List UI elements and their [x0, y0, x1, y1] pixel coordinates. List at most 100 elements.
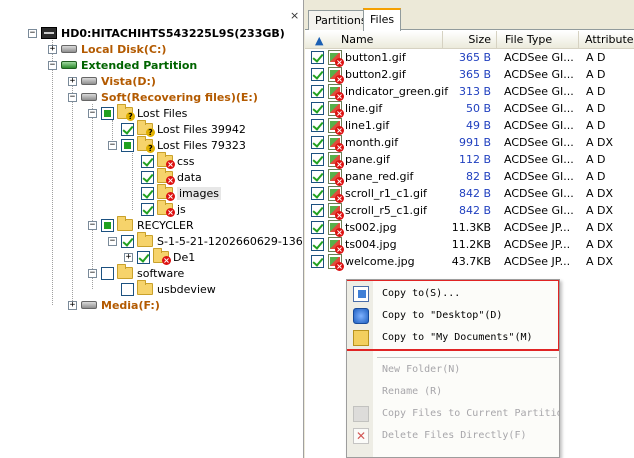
file-row[interactable]: × button1.gif 365 B ACDSee GI... A D: [305, 49, 634, 67]
tree-node-lost-files[interactable]: − ? Lost Files: [88, 104, 187, 121]
tree-node-de1[interactable]: + × De1: [124, 248, 195, 265]
collapse-icon[interactable]: −: [48, 60, 57, 70]
file-name: line1.gif: [345, 119, 390, 132]
file-checkbox[interactable]: [311, 255, 324, 268]
tree-node-lost-files-39942[interactable]: ? Lost Files 39942: [121, 120, 246, 137]
collapse-icon[interactable]: −: [108, 140, 117, 150]
file-row[interactable]: × scroll_r1_c1.gif 842 B ACDSee GI... A DX: [305, 185, 634, 203]
tree-checkbox[interactable]: [141, 154, 154, 168]
file-checkbox[interactable]: [311, 204, 324, 217]
file-checkbox[interactable]: [311, 153, 324, 166]
tree-node-usbdeview[interactable]: usbdeview: [121, 280, 216, 297]
tree-checkbox[interactable]: [121, 138, 134, 152]
file-row[interactable]: × line.gif 50 B ACDSee GI... A D: [305, 100, 634, 118]
tree-node-images[interactable]: × images: [141, 184, 221, 201]
file-name: button2.gif: [345, 68, 406, 81]
column-name[interactable]: Name: [331, 31, 443, 49]
close-icon[interactable]: ×: [290, 10, 299, 21]
file-checkbox[interactable]: [311, 187, 324, 200]
file-size: 991 B: [458, 136, 491, 149]
tree-node-local-disk-c[interactable]: + Local Disk(C:): [48, 41, 166, 57]
tree-checkbox[interactable]: [101, 266, 114, 280]
file-checkbox[interactable]: [311, 238, 324, 251]
folder-tree-pane[interactable]: × − HD0:HITACHIHTS543225L9S(233GB) + Loc…: [0, 0, 304, 458]
tree-checkbox[interactable]: [101, 218, 114, 232]
deleted-image-file-icon: ×: [328, 135, 344, 152]
file-checkbox[interactable]: [311, 51, 324, 64]
tree-checkbox[interactable]: [101, 106, 114, 120]
tree-node-media-f[interactable]: + Media(F:): [68, 297, 160, 313]
file-name: month.gif: [345, 136, 399, 149]
tree-node-lost-files-79323[interactable]: − ? Lost Files 79323: [108, 136, 246, 153]
file-checkbox[interactable]: [311, 85, 324, 98]
deleted-image-file-icon: ×: [328, 203, 344, 220]
menu-delete-directly[interactable]: ✕ Delete Files Directly(F): [347, 425, 559, 447]
tree-node-js[interactable]: × js: [141, 200, 186, 217]
tree-checkbox[interactable]: [141, 202, 154, 216]
collapse-icon[interactable]: −: [108, 236, 117, 246]
menu-rename[interactable]: Rename (R): [347, 381, 559, 403]
tree-node-software[interactable]: − software: [88, 264, 184, 281]
file-row[interactable]: × scroll_r5_c1.gif 842 B ACDSee GI... A DX: [305, 202, 634, 220]
menu-copy-to-desktop[interactable]: Copy to "Desktop"(D): [347, 305, 559, 327]
file-checkbox[interactable]: [311, 68, 324, 81]
tree-node-extended-partition[interactable]: − Extended Partition: [48, 57, 197, 73]
menu-copy-to-partition[interactable]: Copy Files to Current Partition(W): [347, 403, 559, 425]
menu-label: Copy to "My Documents"(M): [382, 332, 533, 343]
deleted-image-file-icon: ×: [328, 67, 344, 84]
file-row[interactable]: × button2.gif 365 B ACDSee GI... A D: [305, 66, 634, 84]
collapse-icon[interactable]: −: [88, 220, 97, 230]
tree-node-recycler[interactable]: − RECYCLER: [88, 216, 194, 233]
tree-checkbox[interactable]: [121, 234, 134, 248]
file-checkbox[interactable]: [311, 102, 324, 115]
tree-node-soft-e[interactable]: − Soft(Recovering files)(E:): [68, 89, 258, 105]
menu-label: New Folder(N): [382, 364, 461, 375]
expand-icon[interactable]: +: [48, 44, 57, 54]
tree-node-sid-folder[interactable]: − S-1-5-21-1202660629-136458: [108, 232, 303, 249]
tree-node-hd0[interactable]: − HD0:HITACHIHTS543225L9S(233GB): [28, 25, 285, 41]
tree-node-css[interactable]: × css: [141, 152, 195, 169]
menu-copy-to-my-documents[interactable]: Copy to "My Documents"(M): [347, 327, 559, 349]
tree-node-label: HD0:HITACHIHTS543225L9S(233GB): [61, 26, 285, 40]
documents-folder-icon: [353, 330, 369, 346]
file-attribute: A DX: [586, 238, 614, 251]
expand-icon[interactable]: +: [68, 300, 77, 310]
file-checkbox[interactable]: [311, 119, 324, 132]
tree-node-vista-d[interactable]: + Vista(D:): [68, 73, 156, 89]
collapse-icon[interactable]: −: [88, 108, 97, 118]
file-row[interactable]: × line1.gif 49 B ACDSee GI... A D: [305, 117, 634, 135]
deleted-image-file-icon: ×: [328, 50, 344, 67]
file-row[interactable]: × pane.gif 112 B ACDSee GI... A D: [305, 151, 634, 169]
menu-copy-to[interactable]: Copy to(S)...: [347, 283, 559, 305]
expand-icon[interactable]: +: [68, 76, 77, 86]
collapse-icon[interactable]: −: [28, 28, 37, 38]
collapse-icon[interactable]: −: [88, 268, 97, 278]
tree-guide: [92, 104, 93, 289]
menu-new-folder[interactable]: New Folder(N): [347, 359, 559, 381]
file-size: 11.2KB: [451, 238, 491, 251]
file-attribute: A DX: [586, 204, 614, 217]
file-checkbox[interactable]: [311, 136, 324, 149]
folder-icon: [117, 216, 133, 231]
tree-node-data[interactable]: × data: [141, 168, 202, 185]
collapse-icon[interactable]: −: [68, 92, 77, 102]
column-size[interactable]: Size: [443, 31, 497, 49]
tree-checkbox[interactable]: [141, 186, 154, 200]
column-attribute[interactable]: Attribute: [579, 31, 634, 49]
file-row[interactable]: × pane_red.gif 82 B ACDSee GI... A D: [305, 168, 634, 186]
up-arrow-icon[interactable]: ▲: [315, 34, 323, 47]
file-row[interactable]: × ts002.jpg 11.3KB ACDSee JP... A DX: [305, 219, 634, 237]
tree-checkbox[interactable]: [137, 250, 150, 264]
file-row[interactable]: × welcome.jpg 43.7KB ACDSee JP... A DX: [305, 253, 634, 271]
tree-checkbox[interactable]: [121, 122, 134, 136]
file-row[interactable]: × month.gif 991 B ACDSee GI... A DX: [305, 134, 634, 152]
file-checkbox[interactable]: [311, 170, 324, 183]
tab-files[interactable]: Files: [363, 8, 402, 31]
file-row[interactable]: × ts004.jpg 11.2KB ACDSee JP... A DX: [305, 236, 634, 254]
expand-icon[interactable]: +: [124, 252, 133, 262]
file-row[interactable]: × indicator_green.gif 313 B ACDSee GI... A D: [305, 83, 634, 101]
tree-checkbox[interactable]: [121, 282, 134, 296]
tree-checkbox[interactable]: [141, 170, 154, 184]
column-file-type[interactable]: File Type: [497, 31, 579, 49]
file-checkbox[interactable]: [311, 221, 324, 234]
